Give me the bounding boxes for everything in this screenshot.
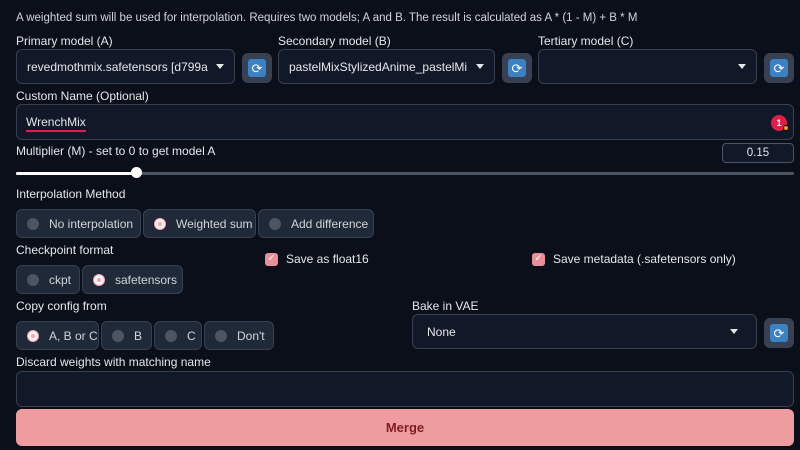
- radio-label: B: [134, 328, 143, 343]
- secondary-model-value: pastelMixStylizedAnime_pastelMi:: [289, 59, 468, 74]
- custom-name-value: WrenchMix: [26, 115, 86, 132]
- radio-dot-icon: [112, 329, 124, 342]
- tertiary-refresh-button[interactable]: ⟳: [764, 53, 794, 83]
- radio-label: A, B or C: [49, 328, 98, 343]
- discard-weights-label: Discard weights with matching name: [16, 355, 211, 369]
- custom-name-input[interactable]: [16, 104, 794, 140]
- radio-dot-icon: [27, 273, 39, 286]
- radio-c[interactable]: C: [154, 321, 202, 350]
- multiplier-label: Multiplier (M) - set to 0 to get model A: [16, 144, 216, 158]
- custom-name-label: Custom Name (Optional): [16, 89, 149, 103]
- multiplier-number-input[interactable]: 0.15: [722, 143, 794, 163]
- checkpoint-format-group: ckpt safetensors: [16, 265, 183, 294]
- radio-dot-icon: [27, 329, 39, 342]
- checkpoint-format-label: Checkpoint format: [16, 243, 114, 257]
- multiplier-slider-fill: [16, 172, 137, 175]
- radio-dot-icon: [27, 217, 39, 230]
- radio-add-difference[interactable]: Add difference: [258, 209, 374, 238]
- interpolation-method-label: Interpolation Method: [16, 187, 126, 201]
- save-float16-label: Save as float16: [286, 252, 369, 266]
- vae-refresh-button[interactable]: ⟳: [764, 318, 794, 348]
- checkmark-icon: ✓: [532, 252, 545, 266]
- radio-label: Add difference: [291, 216, 369, 231]
- refresh-icon: ⟳: [508, 59, 526, 77]
- radio-safetensors[interactable]: safetensors: [82, 265, 183, 294]
- primary-refresh-button[interactable]: ⟳: [242, 53, 272, 83]
- badge-status-dot: [783, 125, 789, 131]
- chevron-down-icon: [216, 64, 224, 69]
- interpolation-method-group: No interpolation Weighted sum Add differ…: [16, 209, 374, 238]
- radio-dont[interactable]: Don't: [204, 321, 274, 350]
- primary-model-label: Primary model (A): [16, 34, 113, 48]
- save-metadata-label: Save metadata (.safetensors only): [553, 252, 736, 266]
- chevron-down-icon: [476, 64, 484, 69]
- copy-config-group: A, B or C B C Don't: [16, 321, 274, 350]
- primary-model-dropdown[interactable]: revedmothmix.safetensors [d799a: [16, 49, 235, 84]
- secondary-model-dropdown[interactable]: pastelMixStylizedAnime_pastelMi:: [278, 49, 495, 84]
- radio-label: Don't: [237, 328, 265, 343]
- interpolation-description: A weighted sum will be used for interpol…: [16, 12, 638, 24]
- secondary-refresh-button[interactable]: ⟳: [502, 53, 532, 83]
- radio-dot-icon: [269, 217, 281, 230]
- checkmark-icon: ✓: [265, 252, 278, 266]
- refresh-icon: ⟳: [248, 59, 266, 77]
- chevron-down-icon: [738, 64, 746, 69]
- radio-label: ckpt: [49, 272, 72, 287]
- copy-config-label: Copy config from: [16, 299, 107, 313]
- save-metadata-checkbox[interactable]: ✓ Save metadata (.safetensors only): [532, 252, 736, 266]
- radio-label: No interpolation: [49, 216, 134, 231]
- save-float16-checkbox[interactable]: ✓ Save as float16: [265, 252, 369, 266]
- radio-dot-icon: [93, 273, 105, 286]
- chevron-down-icon: [730, 329, 738, 334]
- refresh-icon: ⟳: [770, 324, 788, 342]
- radio-label: safetensors: [115, 272, 178, 287]
- refresh-icon: ⟳: [770, 59, 788, 77]
- radio-label: Weighted sum: [176, 216, 253, 231]
- radio-weighted-sum[interactable]: Weighted sum: [143, 209, 256, 238]
- merge-button[interactable]: Merge: [16, 409, 794, 446]
- discard-weights-input[interactable]: [16, 371, 794, 407]
- tertiary-model-dropdown[interactable]: [538, 49, 757, 84]
- tertiary-model-label: Tertiary model (C): [538, 34, 634, 48]
- primary-model-value: revedmothmix.safetensors [d799a: [27, 59, 208, 74]
- bake-vae-label: Bake in VAE: [412, 299, 479, 313]
- radio-dot-icon: [154, 217, 166, 230]
- radio-dot-icon: [215, 329, 227, 342]
- multiplier-slider-thumb[interactable]: [131, 167, 142, 178]
- bake-vae-value: None: [427, 324, 456, 339]
- radio-b[interactable]: B: [101, 321, 152, 350]
- radio-a-b-or-c[interactable]: A, B or C: [16, 321, 99, 350]
- radio-dot-icon: [165, 329, 177, 342]
- radio-ckpt[interactable]: ckpt: [16, 265, 80, 294]
- bake-vae-dropdown[interactable]: None: [412, 314, 757, 349]
- secondary-model-label: Secondary model (B): [278, 34, 391, 48]
- radio-label: C: [187, 328, 196, 343]
- radio-no-interpolation[interactable]: No interpolation: [16, 209, 141, 238]
